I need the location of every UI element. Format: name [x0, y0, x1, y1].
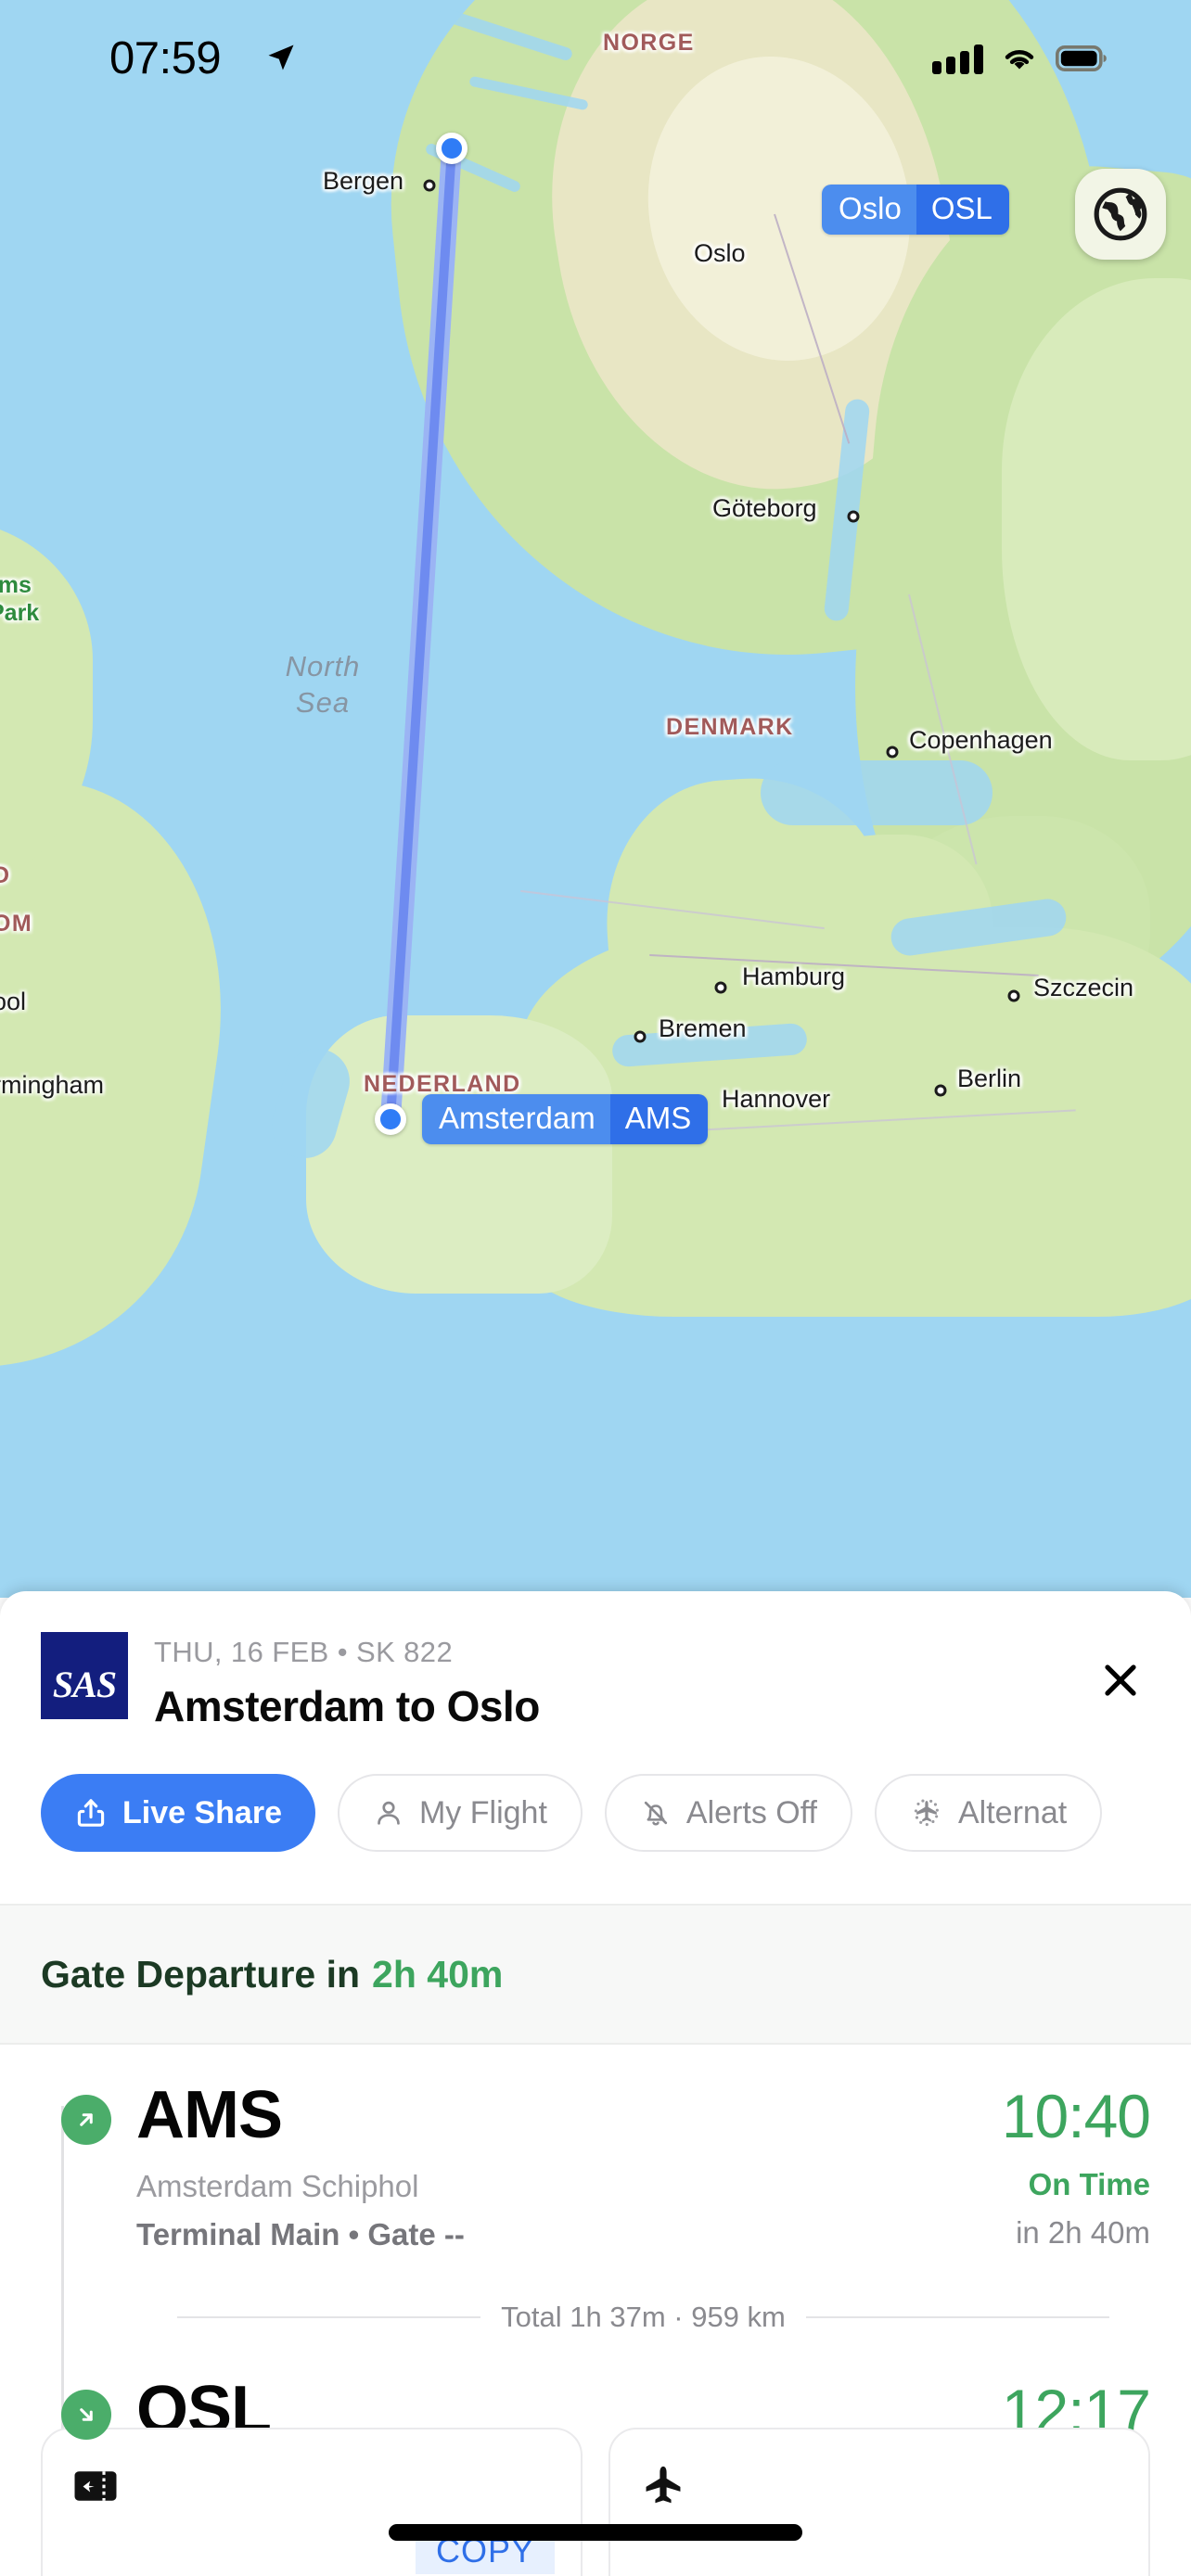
- live-share-label: Live Share: [122, 1794, 282, 1830]
- my-flight-button[interactable]: My Flight: [337, 1774, 583, 1852]
- park-label: rms Park: [0, 572, 40, 626]
- flight-total-divider: Total 1h 37m · 959 km: [136, 2301, 1150, 2334]
- airport-badge-city: Amsterdam: [422, 1094, 610, 1144]
- city-label-copenhagen: Copenhagen: [909, 726, 1053, 754]
- city-label-bremen: Bremen: [659, 1014, 747, 1042]
- bottom-card-row[interactable]: [41, 2428, 1150, 2576]
- arrival-arrow-icon: [61, 2390, 111, 2440]
- city-label-goteborg: Göteborg: [712, 494, 817, 522]
- departure-leg[interactable]: AMS Amsterdam Schiphol Terminal Main • G…: [41, 2045, 1151, 2252]
- city-dot-berlin: [934, 1084, 947, 1097]
- country-label-uk-1: D: [0, 862, 11, 888]
- flight-total-label: Total 1h 37m · 959 km: [501, 2301, 786, 2333]
- action-chip-row[interactable]: Live Share My Flight Alerts Off Alternat: [0, 1731, 1191, 1852]
- departure-time: 10:40: [1001, 2082, 1151, 2150]
- alternate-flights-button[interactable]: Alternat: [875, 1774, 1103, 1852]
- flight-date-and-number: THU, 16 FEB • SK 822: [154, 1636, 454, 1668]
- boarding-pass-icon: [74, 2471, 117, 2501]
- divider-rule-right: [805, 2316, 1110, 2318]
- city-label-oslo: Oslo: [694, 239, 746, 267]
- departure-arrow-icon: [61, 2095, 111, 2145]
- divider-rule-left: [177, 2316, 481, 2318]
- city-label-berlin: Berlin: [957, 1065, 1022, 1092]
- airport-badge-osl[interactable]: Oslo OSL: [822, 185, 1009, 235]
- city-dot-bremen: [634, 1030, 647, 1043]
- departure-countdown: in 2h 40m: [1016, 2215, 1150, 2250]
- country-label-denmark: DENMARK: [666, 714, 794, 740]
- live-share-button[interactable]: Live Share: [41, 1774, 315, 1852]
- gate-departure-banner: Gate Departure in 2h 40m: [0, 1904, 1191, 2045]
- waypoint-destination-amsterdam[interactable]: [375, 1103, 406, 1135]
- city-label-birmingham: irmingham: [0, 1071, 105, 1099]
- city-label-hamburg: Hamburg: [742, 963, 846, 990]
- airport-badge-city: Oslo: [822, 185, 916, 235]
- city-dot-bergen: [423, 179, 436, 192]
- share-icon: [77, 1799, 105, 1827]
- close-icon[interactable]: [1091, 1651, 1150, 1710]
- city-dot-copenhagen: [886, 746, 899, 759]
- airport-badge-code: AMS: [609, 1094, 709, 1144]
- sea-label: North Sea: [285, 650, 361, 719]
- departure-terminal-gate: Terminal Main • Gate --: [136, 2217, 465, 2251]
- person-icon: [378, 1801, 400, 1825]
- aircraft-icon: [646, 2466, 681, 2504]
- sheet-header: SAS THU, 16 FEB • SK 822 Amsterdam to Os…: [0, 1591, 1191, 1731]
- departure-airport-name: Amsterdam Schiphol: [136, 2169, 419, 2203]
- flight-detail-sheet: SAS THU, 16 FEB • SK 822 Amsterdam to Os…: [0, 1591, 1191, 2576]
- flight-map[interactable]: North Sea rms Park NORGE DENMARK NEDERLA…: [0, 0, 1191, 1598]
- city-label-hannover: Hannover: [722, 1085, 831, 1113]
- gate-departure-prefix: Gate Departure in: [41, 1952, 361, 1996]
- gate-departure-countdown: 2h 40m: [372, 1952, 504, 1996]
- country-label-uk-2: OM: [0, 911, 33, 937]
- airport-badge-code: OSL: [916, 185, 1009, 235]
- airport-badge-ams[interactable]: Amsterdam AMS: [422, 1094, 709, 1144]
- alerts-toggle-button[interactable]: Alerts Off: [604, 1774, 852, 1852]
- page-title: Amsterdam to Oslo: [154, 1682, 540, 1730]
- airline-logo-text: SAS: [52, 1664, 117, 1705]
- city-label-szczecin: Szczecin: [1033, 974, 1134, 1001]
- city-dot-goteborg: [847, 510, 860, 523]
- city-dot-szczecin: [1007, 989, 1020, 1002]
- home-indicator[interactable]: [389, 2524, 802, 2541]
- landmass-netherlands: [306, 1015, 612, 1294]
- city-label-bergen: Bergen: [323, 167, 404, 195]
- my-flight-label: My Flight: [418, 1794, 547, 1830]
- airline-logo: SAS: [41, 1632, 128, 1719]
- globe-icon[interactable]: [1075, 169, 1166, 260]
- departure-status: On Time: [1028, 2167, 1150, 2201]
- bell-slash-icon: [644, 1801, 668, 1826]
- alerts-label: Alerts Off: [685, 1794, 817, 1830]
- waypoint-origin-oslo[interactable]: [436, 133, 467, 164]
- flight-tracker-screen: North Sea rms Park NORGE DENMARK NEDERLA…: [0, 0, 1191, 2576]
- city-label-liverpool: ool: [0, 988, 27, 1015]
- alternate-flights-icon: [914, 1799, 939, 1827]
- alternate-flights-label: Alternat: [958, 1794, 1068, 1830]
- departure-airport-code: AMS: [136, 2078, 283, 2152]
- country-label-norge: NORGE: [603, 30, 695, 56]
- aircraft-card[interactable]: [608, 2428, 1150, 2576]
- city-dot-hamburg: [714, 981, 727, 994]
